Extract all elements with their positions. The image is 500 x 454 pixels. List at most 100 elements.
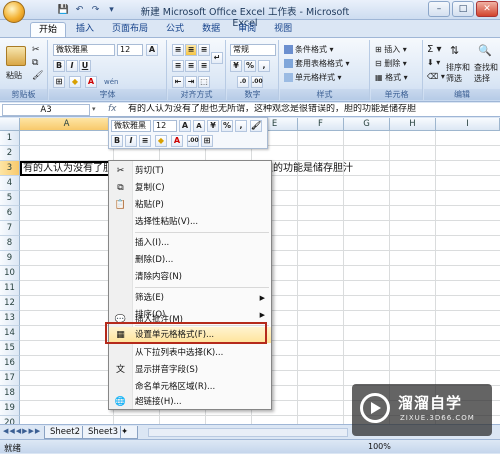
- menu-item-copy[interactable]: ⧉ 复制(C): [109, 180, 271, 196]
- autosum-icon[interactable]: Σ ▾: [427, 44, 442, 55]
- menu-item-cut[interactable]: ✂ 剪切(T): [109, 163, 271, 179]
- mini-percent-button[interactable]: %: [221, 120, 233, 132]
- clear-icon[interactable]: ⌫ ▾: [427, 72, 445, 81]
- indent-increase-icon[interactable]: ⇥: [185, 76, 197, 88]
- format-as-table-button[interactable]: 套用表格格式 ▾: [284, 58, 350, 69]
- redo-icon[interactable]: ↷: [89, 4, 102, 17]
- menu-item-filter[interactable]: 筛选(E) ▶: [109, 290, 271, 306]
- font-name-combo[interactable]: 微软雅黑: [53, 44, 115, 56]
- office-button[interactable]: [3, 1, 25, 23]
- currency-icon[interactable]: ¥: [230, 60, 242, 72]
- conditional-format-button[interactable]: 条件格式 ▾: [284, 44, 334, 55]
- sheet-tab[interactable]: Sheet3: [82, 426, 124, 439]
- select-all-corner[interactable]: [0, 118, 20, 131]
- sort-filter-label-2[interactable]: 筛选: [446, 73, 462, 84]
- paste-label[interactable]: 粘贴: [6, 70, 22, 81]
- format-painter-icon[interactable]: 🖌: [32, 71, 43, 81]
- align-middle-icon[interactable]: ≡: [185, 44, 197, 56]
- tab-insert[interactable]: 插入: [68, 22, 102, 37]
- mini-grow-font-icon[interactable]: A: [179, 120, 191, 132]
- menu-item-paste[interactable]: 📋 粘贴(P): [109, 197, 271, 213]
- mini-size-combo[interactable]: 12: [153, 120, 177, 132]
- find-select-label-2[interactable]: 选择: [474, 73, 490, 84]
- align-top-icon[interactable]: ≡: [172, 44, 184, 56]
- close-button[interactable]: ✕: [476, 1, 498, 17]
- zoom-level[interactable]: 100%: [368, 442, 391, 451]
- find-select-icon[interactable]: 🔍: [478, 44, 492, 57]
- mini-fill-color-icon[interactable]: ◆: [155, 135, 167, 147]
- row-header[interactable]: 11: [0, 281, 20, 296]
- row-header[interactable]: 15: [0, 341, 20, 356]
- number-format-combo[interactable]: 常规: [230, 44, 276, 56]
- row-header[interactable]: 13: [0, 311, 20, 326]
- paste-icon[interactable]: [6, 46, 26, 66]
- row-header[interactable]: 7: [0, 221, 20, 236]
- row-header[interactable]: 1: [0, 131, 20, 146]
- italic-button[interactable]: I: [66, 60, 78, 72]
- wrap-text-icon[interactable]: ↵: [211, 52, 223, 64]
- insert-cells-button[interactable]: ⊞ 插入 ▾: [375, 44, 407, 55]
- align-left-icon[interactable]: ≡: [172, 60, 184, 72]
- border-icon[interactable]: ⊞: [53, 76, 65, 88]
- fill-icon[interactable]: ⬇ ▾: [427, 58, 440, 67]
- bold-button[interactable]: B: [53, 60, 65, 72]
- name-box-dropdown-icon[interactable]: ▾: [92, 105, 96, 113]
- cell-styles-button[interactable]: 单元格样式 ▾: [284, 72, 342, 83]
- row-header[interactable]: 10: [0, 266, 20, 281]
- increase-decimal-icon[interactable]: .0: [237, 76, 249, 88]
- fx-icon[interactable]: fx: [108, 104, 117, 114]
- menu-item-clear-contents[interactable]: 清除内容(N): [109, 269, 271, 285]
- indent-decrease-icon[interactable]: ⇤: [172, 76, 184, 88]
- mini-border-icon[interactable]: ⊞: [201, 135, 213, 147]
- align-right-icon[interactable]: ≡: [198, 60, 210, 72]
- row-header[interactable]: 14: [0, 326, 20, 341]
- menu-item-paste-special[interactable]: 选择性粘贴(V)...: [109, 214, 271, 230]
- column-header[interactable]: A: [20, 118, 114, 131]
- delete-cells-button[interactable]: ⊟ 删除 ▾: [375, 58, 407, 69]
- save-icon[interactable]: 💾: [57, 4, 70, 17]
- row-header[interactable]: 12: [0, 296, 20, 311]
- row-header[interactable]: 16: [0, 356, 20, 371]
- tab-view[interactable]: 视图: [266, 22, 300, 37]
- tab-review[interactable]: 审阅: [230, 22, 264, 37]
- sort-filter-icon[interactable]: ⇅: [450, 44, 459, 57]
- menu-item-show-phonetic[interactable]: 文显示拼音字段(S): [109, 362, 271, 378]
- insert-sheet-icon[interactable]: ✦: [120, 426, 138, 439]
- cut-icon[interactable]: ✂: [32, 45, 40, 55]
- row-header[interactable]: 8: [0, 236, 20, 251]
- menu-item-name-range[interactable]: 命名单元格区域(R)...: [109, 379, 271, 395]
- mini-currency-icon[interactable]: ¥: [207, 120, 219, 132]
- row-header[interactable]: 3: [0, 161, 20, 176]
- format-cells-button[interactable]: ▦ 格式 ▾: [375, 72, 408, 83]
- find-select-label[interactable]: 查找和: [474, 62, 498, 73]
- menu-item-pick-from-list[interactable]: 从下拉列表中选择(K)...: [109, 345, 271, 361]
- grow-font-icon[interactable]: A: [146, 44, 158, 56]
- mini-shrink-font-icon[interactable]: A: [193, 120, 205, 132]
- align-center-icon[interactable]: ≡: [185, 60, 197, 72]
- menu-item-delete[interactable]: 删除(D)...: [109, 252, 271, 268]
- name-box[interactable]: A3: [2, 104, 90, 116]
- font-size-combo[interactable]: 12: [117, 44, 143, 56]
- fill-color-icon[interactable]: ◆: [69, 76, 81, 88]
- column-header[interactable]: H: [390, 118, 436, 131]
- phonetic-icon[interactable]: wén: [104, 78, 118, 86]
- formula-input[interactable]: 有的人认为没有了胆也无所谓，这种观念是很错误的，胆的功能是储存胆: [128, 104, 498, 116]
- row-header[interactable]: 2: [0, 146, 20, 161]
- horizontal-scrollbar[interactable]: [148, 428, 348, 437]
- row-header[interactable]: 19: [0, 401, 20, 416]
- tab-home[interactable]: 开始: [30, 22, 67, 37]
- row-header[interactable]: 17: [0, 371, 20, 386]
- customize-qat-icon[interactable]: ▾: [105, 4, 118, 17]
- maximize-button[interactable]: □: [452, 1, 474, 17]
- font-color-button[interactable]: A: [85, 76, 97, 88]
- row-header[interactable]: 20: [0, 416, 20, 424]
- row-header[interactable]: 4: [0, 176, 20, 191]
- mini-decrease-decimal-icon[interactable]: .00: [187, 135, 199, 147]
- sheet-tab[interactable]: Sheet2: [44, 426, 86, 439]
- tab-data[interactable]: 数据: [194, 22, 228, 37]
- sort-filter-label[interactable]: 排序和: [446, 62, 470, 73]
- percent-button[interactable]: %: [244, 60, 256, 72]
- mini-align-icon[interactable]: ≡: [139, 135, 151, 147]
- column-header[interactable]: I: [436, 118, 500, 131]
- sheet-nav-icon[interactable]: ◀◀◀▶▶▶: [3, 427, 41, 435]
